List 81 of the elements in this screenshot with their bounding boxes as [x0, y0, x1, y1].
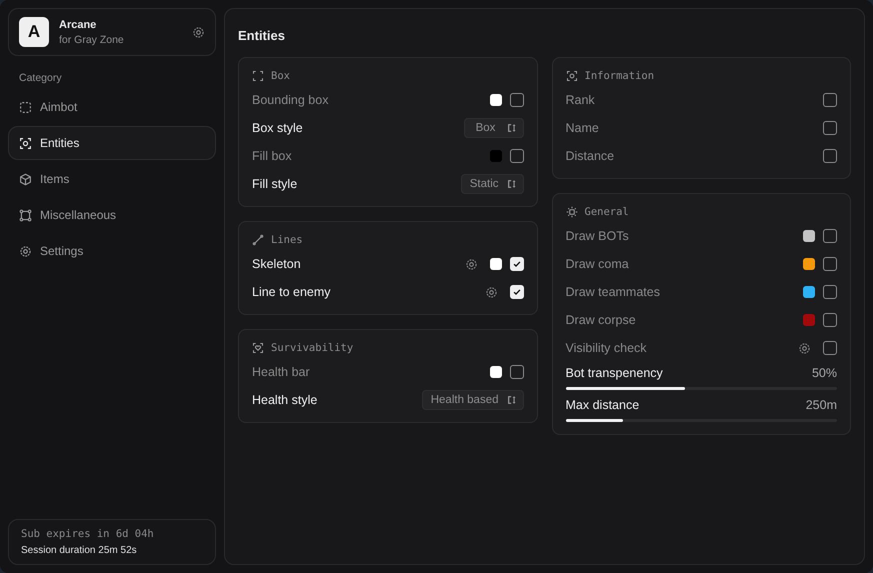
- app-name: Arcane: [59, 18, 98, 30]
- heart-scan-icon: [252, 342, 264, 354]
- option-label: Draw teammates: [566, 285, 661, 299]
- color-swatch[interactable]: [803, 258, 815, 270]
- option-label: Skeleton: [252, 257, 302, 271]
- scan-icon: [19, 136, 32, 150]
- checkbox[interactable]: [510, 93, 524, 107]
- color-swatch[interactable]: [490, 258, 502, 270]
- category-heading: Category: [19, 72, 62, 84]
- color-swatch[interactable]: [803, 314, 815, 326]
- settings-icon[interactable]: [464, 258, 478, 270]
- app-subtitle: for Gray Zone: [59, 34, 125, 46]
- dashed-square-icon: [19, 100, 32, 114]
- checkmark-icon: [512, 259, 522, 269]
- checkbox[interactable]: [823, 93, 837, 107]
- color-swatch[interactable]: [803, 230, 815, 242]
- color-swatch[interactable]: [490, 150, 502, 162]
- slider-fill[interactable]: [566, 387, 685, 390]
- option-label: Health bar: [252, 365, 311, 379]
- checkbox[interactable]: [823, 149, 837, 163]
- line-icon: [252, 234, 264, 246]
- option-label: Distance: [566, 149, 616, 163]
- cube-icon: [19, 172, 32, 186]
- color-swatch[interactable]: [490, 94, 502, 106]
- checkbox[interactable]: [510, 149, 524, 163]
- settings-icon[interactable]: [192, 26, 205, 38]
- chevron-updown-icon: [506, 179, 516, 189]
- option-label: Bounding box: [252, 93, 330, 107]
- slider-fill[interactable]: [566, 419, 622, 422]
- option-label: Box style: [252, 121, 304, 135]
- settings-icon[interactable]: [484, 286, 498, 298]
- page-title: Entities: [238, 28, 286, 43]
- chevron-updown-icon: [506, 395, 516, 405]
- checkbox[interactable]: [823, 341, 837, 355]
- color-swatch[interactable]: [803, 286, 815, 298]
- gear-icon: [19, 244, 32, 258]
- dropdown[interactable]: Box: [464, 118, 524, 138]
- subscription-expiry: Sub expires in 6d 04h: [21, 528, 155, 540]
- sidebar-item[interactable]: Items: [8, 162, 216, 196]
- dropdown[interactable]: Health based: [422, 390, 524, 410]
- sidebar-item[interactable]: Entities: [8, 126, 216, 160]
- option-label: Name: [566, 121, 600, 135]
- option-label: Draw coma: [566, 257, 630, 271]
- option-label: Health style: [252, 393, 318, 407]
- slider-label: Max distance: [566, 398, 640, 412]
- option-label: Fill style: [252, 177, 298, 191]
- sidebar-item[interactable]: Aimbot: [8, 90, 216, 124]
- checkbox[interactable]: [510, 365, 524, 379]
- slider-value: 250m: [806, 398, 837, 412]
- session-duration: Session duration 25m 52s: [21, 545, 138, 556]
- section-title: General: [584, 206, 629, 218]
- grid-icon: [19, 208, 32, 222]
- section-title: Survivability: [271, 342, 354, 354]
- section-title: Lines: [271, 234, 303, 246]
- option-label: Draw corpse: [566, 313, 637, 327]
- slider-label: Bot transpenency: [566, 366, 664, 380]
- color-swatch[interactable]: [490, 366, 502, 378]
- checkbox[interactable]: [823, 229, 837, 243]
- chevron-updown-icon: [506, 123, 516, 133]
- section-title: Box: [271, 70, 290, 82]
- app-logo: A: [19, 17, 49, 47]
- sidebar-item[interactable]: Miscellaneous: [8, 198, 216, 232]
- sun-icon: [566, 206, 578, 218]
- option-label: Rank: [566, 93, 596, 107]
- slider-track[interactable]: [566, 387, 837, 390]
- option-label: Draw BOTs: [566, 229, 630, 243]
- checkbox[interactable]: [823, 313, 837, 327]
- option-label: Fill box: [252, 149, 293, 163]
- option-label: Visibility check: [566, 341, 648, 355]
- option-label: Line to enemy: [252, 285, 332, 299]
- dropdown[interactable]: Static: [460, 174, 524, 194]
- section-title: Information: [584, 70, 654, 82]
- checkbox[interactable]: [823, 285, 837, 299]
- slider-value: 50%: [812, 366, 837, 380]
- scan-icon: [566, 70, 578, 82]
- checkbox[interactable]: [823, 121, 837, 135]
- corners-icon: [252, 70, 264, 82]
- checkbox[interactable]: [823, 257, 837, 271]
- sidebar-item[interactable]: Settings: [8, 234, 216, 268]
- checkmark-icon: [512, 287, 522, 297]
- settings-icon[interactable]: [798, 342, 811, 354]
